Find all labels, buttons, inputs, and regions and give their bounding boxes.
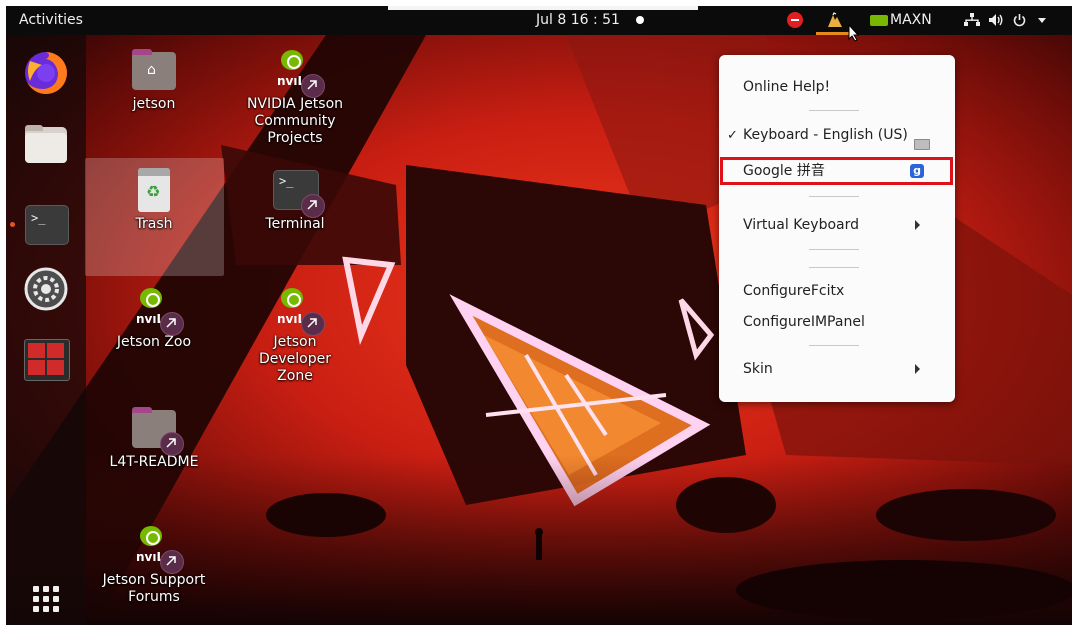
desktop-icon-label: Trash [135, 216, 173, 232]
home-folder-icon: ⌂ [130, 46, 178, 94]
input-method-menu: Online Help! ✓ Keyboard - English (US) G… [719, 55, 955, 402]
terminal-icon[interactable]: >_ [22, 201, 70, 249]
network-icon[interactable] [964, 13, 980, 27]
power-icon[interactable] [1012, 13, 1027, 28]
menu-separator [809, 110, 859, 111]
menu-item-online-help[interactable]: Online Help! [743, 76, 830, 98]
notification-dot-icon [636, 16, 644, 24]
menu-item-virtual-keyboard[interactable]: Virtual Keyboard [743, 214, 859, 236]
menu-separator [809, 249, 859, 250]
input-method-icon[interactable] [825, 11, 845, 29]
top-bar: Activities Jul 8 16 : 51 MAXN [6, 6, 1072, 42]
desktop-icon-label: Jetson Developer Zone [258, 334, 331, 384]
link-arrow-icon [301, 74, 325, 98]
submenu-arrow-icon [915, 220, 920, 230]
volume-icon[interactable] [988, 13, 1004, 27]
do-not-disturb-icon[interactable] [787, 12, 803, 28]
nvidia-link-icon: nvıL [271, 284, 325, 336]
desktop-icon-trash[interactable]: ♻ Trash [99, 166, 209, 233]
desktop-icon-community-projects[interactable]: nvıL NVIDIA Jetson Community Projects [240, 46, 350, 147]
desktop-icon-label: Jetson Zoo [116, 334, 192, 350]
desktop-icon-jetson-zoo[interactable]: nvıL Jetson Zoo [99, 284, 209, 351]
nvidia-link-icon: nvıL [130, 522, 184, 574]
menu-separator [809, 196, 859, 197]
running-indicator [10, 222, 15, 227]
clock[interactable]: Jul 8 16 : 51 [536, 6, 620, 35]
nvidia-link-icon: nvıL [271, 46, 325, 98]
desktop-icon-jetson[interactable]: ⌂ jetson [99, 46, 209, 113]
desktop-icon-l4t-readme[interactable]: L4T-README [99, 404, 209, 471]
settings-icon[interactable] [22, 265, 70, 313]
firefox-icon[interactable] [22, 49, 70, 97]
google-pinyin-icon: g [910, 164, 924, 178]
desktop-icon-terminal[interactable]: >_ Terminal [240, 166, 350, 233]
nvidia-icon[interactable] [870, 15, 888, 26]
link-arrow-icon [301, 194, 325, 218]
files-icon[interactable] [22, 119, 70, 167]
desktop-icon-developer-zone[interactable]: nvıL Jetson Developer Zone [240, 284, 350, 385]
link-arrow-icon [160, 432, 184, 456]
power-mode-label[interactable]: MAXN [890, 6, 932, 35]
desktop-icon-label: jetson [132, 96, 176, 112]
desktop-icon-support-forums[interactable]: nvıL Jetson Support Forums [99, 522, 209, 606]
desktop-icon-label: Terminal [265, 216, 325, 232]
desktop-icon-label: NVIDIA Jetson Community Projects [246, 96, 344, 146]
menu-item-configure-impanel[interactable]: ConfigureIMPanel [743, 311, 865, 333]
mouse-cursor-icon [848, 24, 860, 42]
menu-item-google-pinyin[interactable]: Google 拼音 [743, 160, 825, 182]
trash-icon: ♻ [130, 166, 178, 214]
submenu-arrow-icon [915, 364, 920, 374]
system-monitor-icon[interactable] [22, 335, 70, 383]
link-arrow-icon [160, 550, 184, 574]
check-mark-icon: ✓ [727, 128, 738, 143]
keyboard-icon [914, 139, 930, 150]
nvidia-link-icon: nvıL [130, 284, 184, 336]
menu-separator [809, 345, 859, 346]
dock: >_ [6, 35, 86, 625]
folder-link-icon [130, 404, 184, 456]
link-arrow-icon [160, 312, 184, 336]
terminal-link-icon: >_ [271, 166, 325, 218]
link-arrow-icon [301, 312, 325, 336]
desktop-screen: Activities Jul 8 16 : 51 MAXN >_ ⌂ jetso… [6, 6, 1072, 625]
menu-item-keyboard-english[interactable]: Keyboard - English (US) [743, 124, 908, 146]
desktop-icon-label: Jetson Support Forums [102, 572, 206, 605]
menu-separator [809, 267, 859, 268]
desktop-icon-label: L4T-README [109, 454, 199, 470]
chevron-down-icon[interactable] [1036, 14, 1048, 26]
menu-item-skin[interactable]: Skin [743, 358, 773, 380]
menu-item-configure-fcitx[interactable]: ConfigureFcitx [743, 280, 844, 302]
activities-button[interactable]: Activities [19, 6, 83, 35]
grid-icon[interactable] [22, 575, 70, 623]
